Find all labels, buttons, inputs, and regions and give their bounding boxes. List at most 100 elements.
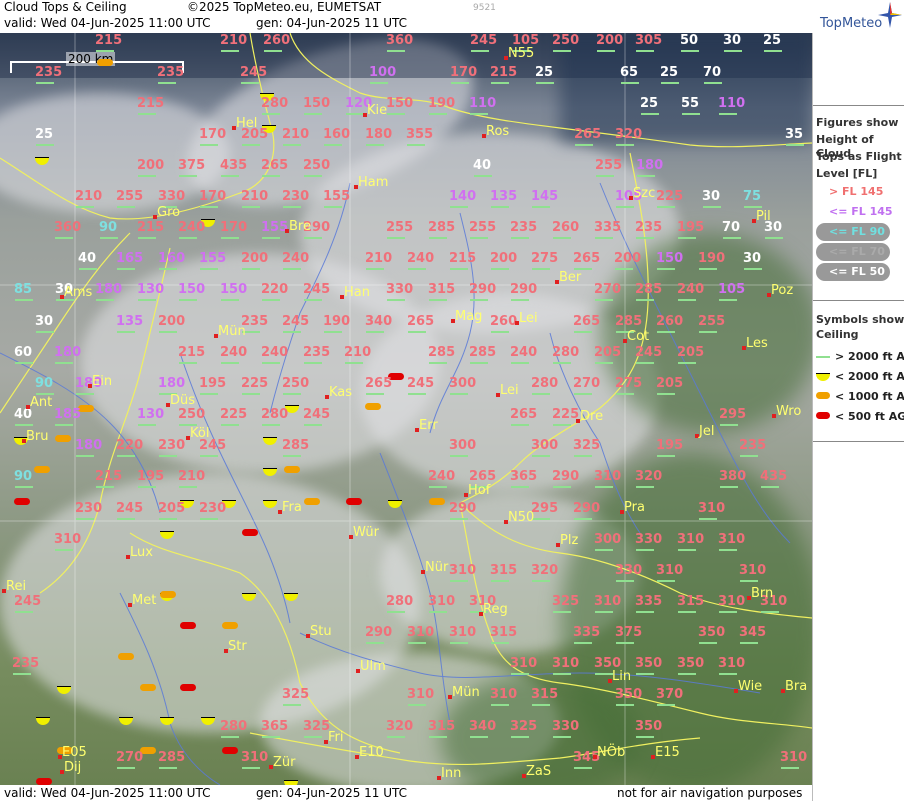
ceiling-high-marker bbox=[657, 206, 675, 208]
cloud-top-label: 90 bbox=[35, 376, 54, 391]
ceiling-high-marker bbox=[532, 455, 550, 457]
cloud-top-label: 315 bbox=[428, 719, 456, 734]
cloud-top-label: 210 bbox=[75, 189, 103, 204]
cloud-top-label: 170 bbox=[450, 65, 478, 80]
ceiling-high-marker bbox=[511, 237, 529, 239]
ceiling-high-marker bbox=[242, 268, 260, 270]
cloud-top-label: 245 bbox=[240, 65, 268, 80]
cloud-top-label: 195 bbox=[656, 438, 684, 453]
ceiling-high-marker bbox=[76, 455, 94, 457]
cloud-top-label: 235 bbox=[635, 220, 663, 235]
cloud-top-label: 285 bbox=[469, 345, 497, 360]
ceiling-high-marker bbox=[55, 237, 73, 239]
ceiling-high-marker bbox=[532, 206, 550, 208]
cloud-top-label: 245 bbox=[303, 282, 331, 297]
ceiling-high-marker bbox=[740, 580, 758, 582]
ceiling-high-marker bbox=[491, 331, 509, 333]
city-label: Stu bbox=[310, 624, 332, 639]
cloud-top-label: 200 bbox=[490, 251, 518, 266]
ceiling-high-marker bbox=[304, 175, 322, 177]
copyright: ©2025 TopMeteo.eu, EUMETSAT bbox=[187, 0, 382, 14]
cloud-top-label: 265 bbox=[573, 251, 601, 266]
ceiling-high-marker bbox=[657, 580, 675, 582]
ceiling-high-marker bbox=[474, 175, 492, 177]
cloud-top-label: 310 bbox=[510, 656, 538, 671]
ceiling-high-marker bbox=[553, 362, 571, 364]
cloud-top-label: 300 bbox=[531, 438, 559, 453]
ceiling-high-marker bbox=[96, 50, 114, 52]
cloud-top-label: 205 bbox=[158, 501, 186, 516]
cloud-top-label: 40 bbox=[78, 251, 97, 266]
ceiling-high-marker bbox=[429, 237, 447, 239]
cloud-top-label: 380 bbox=[719, 469, 747, 484]
cloud-top-label: 200 bbox=[137, 158, 165, 173]
ceiling-high-marker bbox=[159, 268, 177, 270]
ceiling-high-marker bbox=[55, 362, 73, 364]
cloud-top-label: 310 bbox=[780, 750, 808, 765]
ceiling-high-marker bbox=[704, 82, 722, 84]
ceiling-high-marker bbox=[616, 642, 634, 644]
ceiling-high-marker bbox=[724, 50, 742, 52]
city-label: Ant bbox=[30, 395, 53, 410]
ceiling-high-marker bbox=[553, 673, 571, 675]
cloud-top-label: 265 bbox=[510, 407, 538, 422]
ceiling-high-marker bbox=[719, 113, 737, 115]
ceiling-high-marker bbox=[262, 736, 280, 738]
cloud-top-label: 435 bbox=[760, 469, 788, 484]
cloud-top-label: 235 bbox=[35, 65, 63, 80]
ceiling-high-marker bbox=[574, 393, 592, 395]
ceiling-high-marker bbox=[699, 518, 717, 520]
cloud-top-label: 310 bbox=[552, 656, 580, 671]
cloud-top-label: 210 bbox=[220, 33, 248, 48]
cloud-top-label: 300 bbox=[449, 438, 477, 453]
city-label: Wie bbox=[738, 679, 763, 694]
city-label: Bra bbox=[785, 679, 808, 694]
cloud-top-label: 310 bbox=[718, 656, 746, 671]
city-label: Hel bbox=[236, 116, 258, 131]
city-label: Les bbox=[746, 336, 768, 351]
cloud-top-label: 195 bbox=[677, 220, 705, 235]
ceiling-high-marker bbox=[159, 331, 177, 333]
cloud-top-label: 335 bbox=[573, 625, 601, 640]
city-label: Köl bbox=[190, 426, 210, 441]
ceiling-high-marker bbox=[200, 206, 218, 208]
ceiling-high-marker bbox=[719, 299, 737, 301]
cloud-top-label: 310 bbox=[718, 532, 746, 547]
cloud-top-label: 155 bbox=[323, 189, 351, 204]
city-label: Lei bbox=[500, 383, 519, 398]
cloud-top-label: 350 bbox=[635, 656, 663, 671]
ceiling-high-marker bbox=[15, 299, 33, 301]
ceiling-high-marker bbox=[179, 175, 197, 177]
ceiling-legend-swatch bbox=[816, 392, 830, 399]
cloud-top-label: 325 bbox=[552, 594, 580, 609]
ceiling-high-marker bbox=[553, 237, 571, 239]
ceiling-legend-item: < 2000 ft AGL bbox=[835, 370, 904, 383]
cloud-top-label: 290 bbox=[552, 469, 580, 484]
cloud-top-label: 245 bbox=[635, 345, 663, 360]
cloud-top-label: 285 bbox=[428, 220, 456, 235]
cloud-top-label: 180 bbox=[636, 158, 664, 173]
ceiling-high-marker bbox=[200, 268, 218, 270]
ceiling-high-marker bbox=[138, 237, 156, 239]
topmeteo-logo[interactable]: TopMeteo bbox=[812, 0, 904, 33]
cloud-top-label: 310 bbox=[739, 563, 767, 578]
ceiling-bar-symbol bbox=[346, 498, 362, 505]
cloud-top-label: 330 bbox=[635, 532, 663, 547]
cloud-top-label: 215 bbox=[95, 469, 123, 484]
ceiling-high-marker bbox=[703, 206, 721, 208]
cloud-top-label: 255 bbox=[386, 220, 414, 235]
cloud-top-label: 240 bbox=[428, 469, 456, 484]
city-label: N55 bbox=[508, 46, 535, 61]
cloud-top-label: 255 bbox=[469, 220, 497, 235]
ceiling-high-marker bbox=[158, 82, 176, 84]
cloud-top-label: 190 bbox=[323, 314, 351, 329]
satellite-map[interactable]: 200 km 215 210 260 360 245 105 250 200 305 50 30 25… bbox=[0, 33, 812, 785]
ceiling-high-marker bbox=[13, 673, 31, 675]
cloud-top-label: 180 bbox=[54, 345, 82, 360]
ceiling-high-marker bbox=[636, 549, 654, 551]
city-label: Cot bbox=[627, 329, 650, 344]
ceiling-high-marker bbox=[408, 704, 426, 706]
ceiling-high-marker bbox=[595, 237, 613, 239]
city-label: Ham bbox=[358, 175, 389, 190]
ceiling-high-marker bbox=[429, 486, 447, 488]
